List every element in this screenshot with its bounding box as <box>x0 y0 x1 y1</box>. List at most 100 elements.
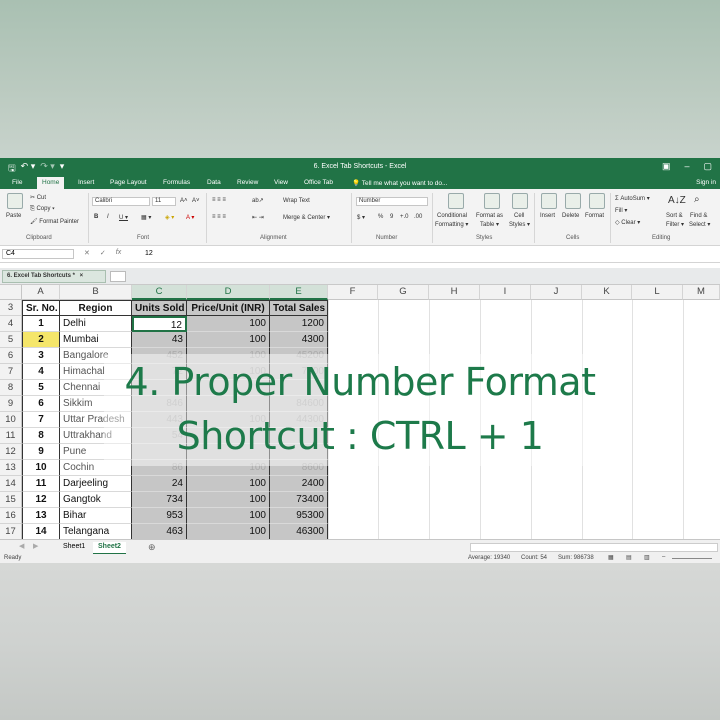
table-cell-total-sales[interactable]: 2400 <box>270 476 328 492</box>
close-tab-icon[interactable]: × <box>80 273 84 279</box>
table-cell-region[interactable]: Gangtok <box>60 492 132 508</box>
merge-center-button[interactable]: Merge & Center ▾ <box>283 214 330 221</box>
column-header-c[interactable]: C <box>132 285 187 300</box>
tab-insert[interactable]: Insert <box>78 179 94 186</box>
cell-styles-button[interactable]: Cell <box>514 213 524 219</box>
select-all-corner[interactable] <box>0 285 22 300</box>
row-header[interactable]: 13 <box>0 460 22 476</box>
sheet-nav-next[interactable]: ▶ <box>28 542 43 553</box>
align-left-icon[interactable]: ≡ ≡ ≡ <box>212 214 226 220</box>
table-cell-sr-no[interactable]: 12 <box>22 492 60 508</box>
percent-button[interactable]: % <box>378 214 383 220</box>
cut-button[interactable]: ✂ Cut <box>30 194 46 201</box>
row-header[interactable]: 3 <box>0 300 22 316</box>
cell-styles-button-2[interactable]: Styles ▾ <box>509 221 530 228</box>
copy-button[interactable]: ⎘ Copy ▾ <box>30 206 55 213</box>
bold-button[interactable]: B <box>94 214 98 220</box>
tell-me-search[interactable]: 💡 Tell me what you want to do... <box>352 179 447 187</box>
table-cell-price-unit[interactable]: 100 <box>187 508 270 524</box>
table-cell-total-sales[interactable]: 4300 <box>270 332 328 348</box>
table-cell-units-sold[interactable]: 43 <box>132 332 187 348</box>
delete-cells-button[interactable]: Delete <box>562 213 579 219</box>
tab-data[interactable]: Data <box>207 179 221 186</box>
table-cell-region[interactable]: Bihar <box>60 508 132 524</box>
sort-filter-icon[interactable]: A↓Z <box>668 195 686 206</box>
table-header-region[interactable]: Region <box>60 300 132 316</box>
sort-filter-button-2[interactable]: Filter ▾ <box>666 221 684 228</box>
format-painter-button[interactable]: 🖌 Format Painter <box>30 218 79 225</box>
row-header[interactable]: 4 <box>0 316 22 332</box>
table-cell-sr-no[interactable]: 11 <box>22 476 60 492</box>
column-header-d[interactable]: D <box>187 285 270 300</box>
table-cell-region[interactable]: Delhi <box>60 316 132 332</box>
table-cell-sr-no[interactable]: 1 <box>22 316 60 332</box>
name-box[interactable]: C4 <box>2 249 74 259</box>
table-cell-units-sold[interactable]: 953 <box>132 508 187 524</box>
table-cell-total-sales[interactable]: 46300 <box>270 524 328 540</box>
paste-icon[interactable] <box>7 193 23 209</box>
row-header[interactable]: 5 <box>0 332 22 348</box>
sheet-tab-sheet1[interactable]: Sheet1 <box>58 542 90 553</box>
minimize-button[interactable]: – <box>684 161 689 172</box>
table-header-sr-no[interactable]: Sr. No. <box>22 300 60 316</box>
comma-button[interactable]: 9 <box>390 214 393 220</box>
italic-button[interactable]: I <box>107 214 109 220</box>
sort-filter-button[interactable]: Sort & <box>666 213 683 219</box>
maximize-button[interactable]: ▢ <box>703 161 712 172</box>
tab-formulas[interactable]: Formulas <box>163 179 190 186</box>
row-header[interactable]: 17 <box>0 524 22 540</box>
underline-button[interactable]: U ▾ <box>119 214 128 221</box>
normal-view-icon[interactable]: ▦ <box>608 554 614 561</box>
column-header-k[interactable]: K <box>582 285 632 300</box>
format-as-table-button-2[interactable]: Table ▾ <box>480 221 499 228</box>
find-select-button[interactable]: Find & <box>690 213 707 219</box>
table-cell-units-sold[interactable]: 463 <box>132 524 187 540</box>
column-header-h[interactable]: H <box>429 285 480 300</box>
cancel-icon[interactable]: ✕ <box>84 249 90 257</box>
grow-font-button[interactable]: A˄ <box>180 198 188 204</box>
new-tab-area[interactable] <box>110 271 126 282</box>
format-cells-icon[interactable] <box>589 193 605 209</box>
tab-file[interactable]: File <box>12 179 22 186</box>
align-top-icon[interactable]: ≡ ≡ ≡ <box>212 197 226 203</box>
font-size-select[interactable]: 11 <box>152 197 176 206</box>
borders-button[interactable]: ▦ ▾ <box>141 214 151 221</box>
insert-cells-button[interactable]: Insert <box>540 213 555 219</box>
autosum-button[interactable]: Σ AutoSum ▾ <box>615 195 650 202</box>
table-cell-sr-no[interactable]: 14 <box>22 524 60 540</box>
format-as-table-icon[interactable] <box>484 193 500 209</box>
column-header-i[interactable]: I <box>480 285 531 300</box>
table-cell-region[interactable]: Mumbai <box>60 332 132 348</box>
clear-button[interactable]: ◇ Clear ▾ <box>615 219 640 226</box>
zoom-out-icon[interactable]: – <box>662 554 665 560</box>
orientation-icon[interactable]: ab↗ <box>252 197 264 204</box>
table-cell-region[interactable]: Darjeeling <box>60 476 132 492</box>
table-cell-units-sold[interactable]: 734 <box>132 492 187 508</box>
fill-color-button[interactable]: ◈ ▾ <box>165 214 174 221</box>
table-cell-price-unit[interactable]: 100 <box>187 332 270 348</box>
find-select-button-2[interactable]: Select ▾ <box>689 221 710 228</box>
table-cell-units-sold[interactable]: 12 <box>132 316 187 332</box>
column-header-g[interactable]: G <box>378 285 429 300</box>
table-cell-units-sold[interactable]: 24 <box>132 476 187 492</box>
paste-button[interactable]: Paste <box>6 213 21 219</box>
table-cell-price-unit[interactable]: 100 <box>187 316 270 332</box>
format-as-table-button[interactable]: Format as <box>476 213 503 219</box>
page-layout-view-icon[interactable]: ▤ <box>626 554 632 561</box>
tab-office-tab[interactable]: Office Tab <box>304 179 333 186</box>
tab-view[interactable]: View <box>274 179 288 186</box>
column-header-j[interactable]: J <box>531 285 582 300</box>
fill-button[interactable]: Fill ▾ <box>615 207 627 214</box>
ribbon-display-icon[interactable]: ▣ <box>662 161 671 172</box>
tab-review[interactable]: Review <box>237 179 258 186</box>
conditional-formatting-button-2[interactable]: Formatting ▾ <box>435 221 468 228</box>
cell-styles-icon[interactable] <box>512 193 528 209</box>
font-color-button[interactable]: A ▾ <box>186 214 194 221</box>
wrap-text-button[interactable]: Wrap Text <box>283 198 310 204</box>
add-sheet-button[interactable]: ⊕ <box>143 542 161 553</box>
table-cell-total-sales[interactable]: 1200 <box>270 316 328 332</box>
formula-input[interactable]: 12 <box>145 250 153 257</box>
table-header-units-sold[interactable]: Units Sold <box>132 300 187 316</box>
table-cell-price-unit[interactable]: 100 <box>187 524 270 540</box>
column-header-f[interactable]: F <box>328 285 378 300</box>
